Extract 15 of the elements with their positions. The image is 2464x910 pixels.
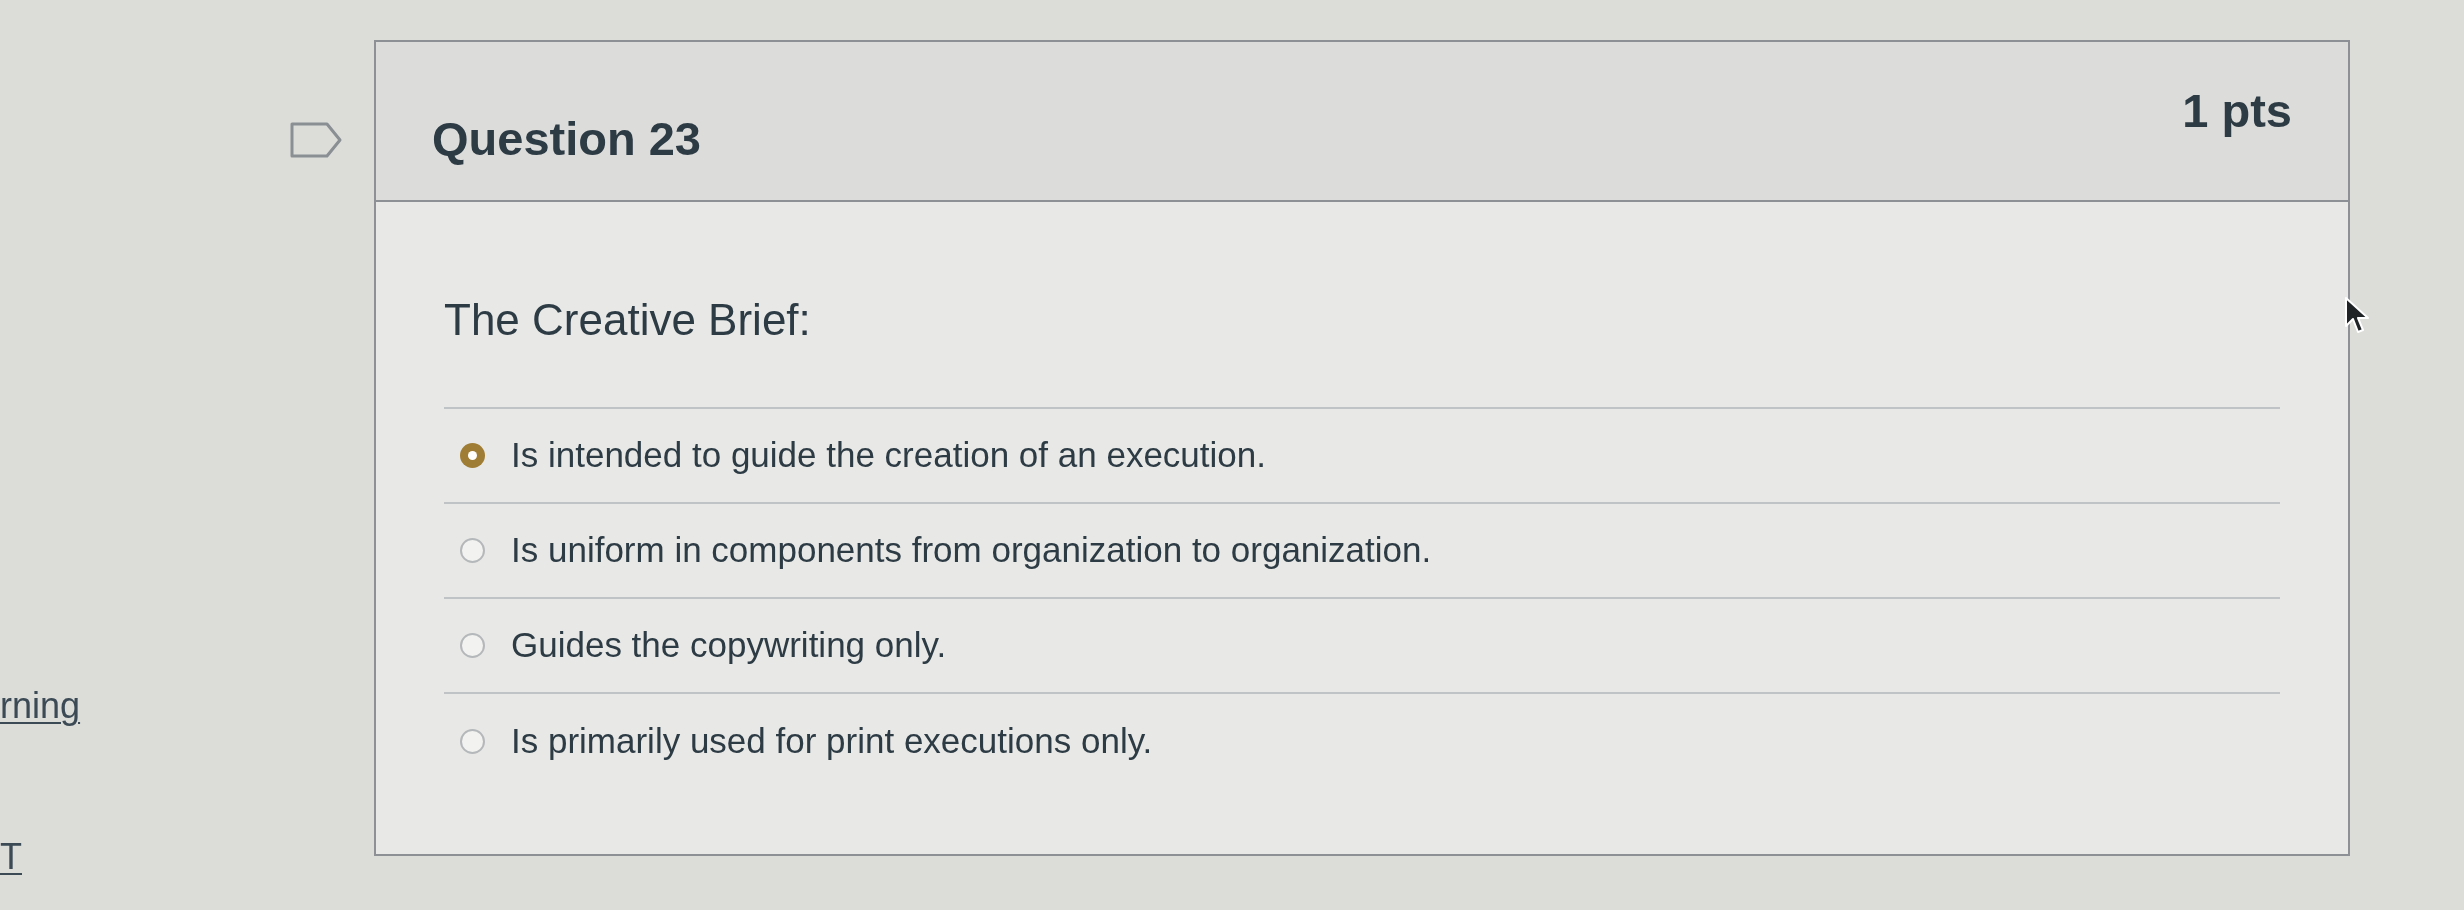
- answer-label: Guides the copywriting only.: [511, 624, 947, 667]
- answer-label: Is primarily used for print executions only.: [511, 720, 1153, 763]
- radio-button[interactable]: [460, 728, 485, 754]
- flag-icon[interactable]: [290, 122, 342, 158]
- radio-button[interactable]: [460, 442, 485, 468]
- question-text: The Creative Brief:: [444, 294, 811, 346]
- answer-label: Is intended to guide the creation of an execution.: [511, 434, 1266, 477]
- radio-button[interactable]: [460, 537, 485, 563]
- cursor-icon: [2344, 296, 2370, 334]
- answer-label: Is uniform in components from organization to organization.: [511, 529, 1432, 572]
- points-label: 1 pts: [2182, 82, 2292, 139]
- question-title: Question 23: [432, 110, 701, 167]
- radio-button[interactable]: [460, 632, 485, 658]
- sidebar-link[interactable]: rning: [0, 684, 81, 728]
- sidebar-link[interactable]: T: [0, 835, 22, 879]
